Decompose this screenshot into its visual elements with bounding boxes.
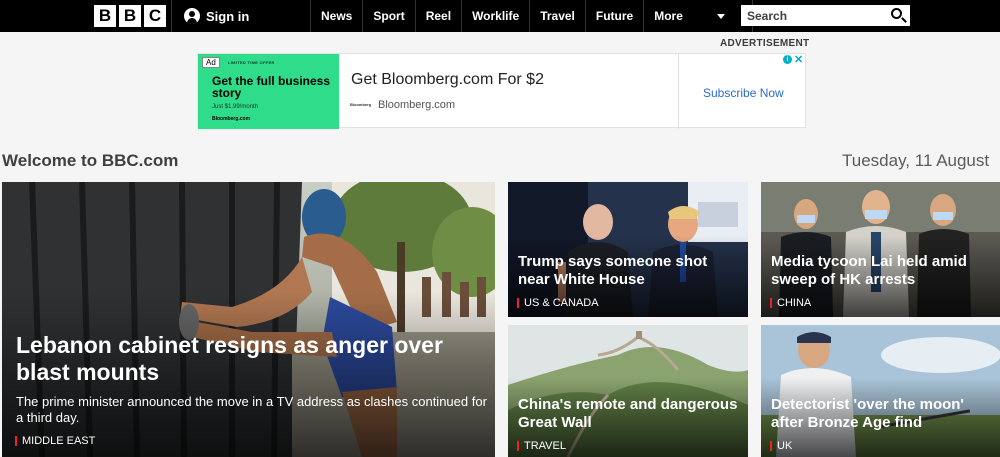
story-summary: The prime minister announced the move in… bbox=[16, 394, 487, 425]
story-headline[interactable]: Trump says someone shot near White House bbox=[518, 253, 743, 289]
story-section-label: US & CANADA bbox=[524, 297, 599, 309]
story-section-tag[interactable]: MIDDLE EAST bbox=[15, 435, 95, 447]
image-gradient bbox=[508, 325, 748, 457]
sign-in-link[interactable]: Sign in bbox=[184, 0, 249, 32]
nav-reel[interactable]: Reel bbox=[414, 0, 461, 32]
close-icon[interactable]: ✕ bbox=[794, 53, 803, 66]
search-icon[interactable] bbox=[891, 8, 902, 19]
tag-accent bbox=[517, 298, 519, 308]
tag-accent bbox=[517, 441, 519, 451]
ad-url[interactable]: Bloomberg.com bbox=[378, 99, 455, 111]
top-navigation-bar: B B C Sign in News Sport Reel Worklife T… bbox=[0, 0, 1000, 32]
logo-letter: B bbox=[94, 5, 116, 27]
user-icon bbox=[184, 8, 200, 24]
tag-accent bbox=[770, 298, 772, 308]
ad-creative-headline: Get the full business story bbox=[212, 74, 331, 100]
ad-creative-price: Just $1.99/month bbox=[212, 104, 259, 110]
story-section-tag[interactable]: TRAVEL bbox=[517, 440, 566, 452]
welcome-bar: Welcome to BBC.com Tuesday, 11 August bbox=[0, 138, 1000, 182]
ad-creative[interactable]: Ad LIMITED TIME OFFER Get the full busin… bbox=[198, 54, 339, 129]
ad-badge: Ad bbox=[202, 57, 220, 68]
story-headline[interactable]: Detectorist 'over the moon' after Bronze… bbox=[771, 396, 996, 432]
search-input[interactable] bbox=[741, 5, 881, 26]
ad-brand-logo: Bloomberg bbox=[350, 102, 372, 107]
nav-worklife[interactable]: Worklife bbox=[461, 0, 529, 32]
ad-divider bbox=[678, 54, 679, 129]
ad-offer-line: LIMITED TIME OFFER bbox=[228, 60, 275, 65]
story-headline[interactable]: China's remote and dangerous Great Wall bbox=[518, 396, 743, 432]
story-section-tag[interactable]: CHINA bbox=[770, 297, 811, 309]
logo-letter: C bbox=[144, 5, 166, 27]
story-card[interactable]: Trump says someone shot near White House… bbox=[508, 182, 748, 317]
story-section-label: CHINA bbox=[777, 297, 812, 309]
story-card[interactable]: Media tycoon Lai held amid sweep of HK a… bbox=[761, 182, 1000, 317]
nav-sport[interactable]: Sport bbox=[362, 0, 414, 32]
story-section-label: TRAVEL bbox=[524, 440, 566, 452]
ad-creative-brand: Bloomberg.com bbox=[212, 116, 251, 122]
nav-news[interactable]: News bbox=[310, 0, 362, 32]
story-card-main[interactable]: Lebanon cabinet resigns as anger over bl… bbox=[2, 182, 495, 457]
tag-accent bbox=[15, 436, 17, 446]
nav-divider bbox=[171, 0, 172, 32]
story-headline[interactable]: Lebanon cabinet resigns as anger over bl… bbox=[16, 332, 476, 386]
nav-future[interactable]: Future bbox=[584, 0, 643, 32]
chevron-down-icon[interactable] bbox=[717, 14, 725, 19]
sign-in-label: Sign in bbox=[206, 8, 250, 24]
story-section-tag[interactable]: US & CANADA bbox=[517, 297, 599, 309]
primary-nav: News Sport Reel Worklife Travel Future M… bbox=[310, 0, 754, 32]
adchoices-icon[interactable]: i bbox=[783, 55, 792, 64]
logo-letter: B bbox=[119, 5, 141, 27]
story-card[interactable]: China's remote and dangerous Great Wall … bbox=[508, 325, 748, 457]
nav-travel[interactable]: Travel bbox=[529, 0, 585, 32]
search-box bbox=[741, 5, 910, 26]
ad-subscribe-button[interactable]: Subscribe Now bbox=[703, 86, 784, 100]
nav-more[interactable]: More bbox=[643, 0, 754, 32]
ad-title[interactable]: Get Bloomberg.com For $2 bbox=[351, 71, 544, 89]
bbc-logo[interactable]: B B C bbox=[94, 5, 166, 27]
page-title: Welcome to BBC.com bbox=[2, 151, 179, 170]
story-section-tag[interactable]: UK bbox=[770, 440, 792, 452]
advertisement-banner[interactable]: Ad LIMITED TIME OFFER Get the full busin… bbox=[197, 53, 806, 129]
current-date: Tuesday, 11 August bbox=[842, 151, 990, 170]
tag-accent bbox=[770, 441, 772, 451]
advertisement-label: ADVERTISEMENT bbox=[720, 38, 810, 49]
story-section-label: MIDDLE EAST bbox=[22, 435, 96, 447]
story-headline[interactable]: Media tycoon Lai held amid sweep of HK a… bbox=[771, 253, 996, 289]
image-gradient bbox=[761, 325, 1000, 457]
story-card[interactable]: Detectorist 'over the moon' after Bronze… bbox=[761, 325, 1000, 457]
story-section-label: UK bbox=[777, 440, 793, 452]
